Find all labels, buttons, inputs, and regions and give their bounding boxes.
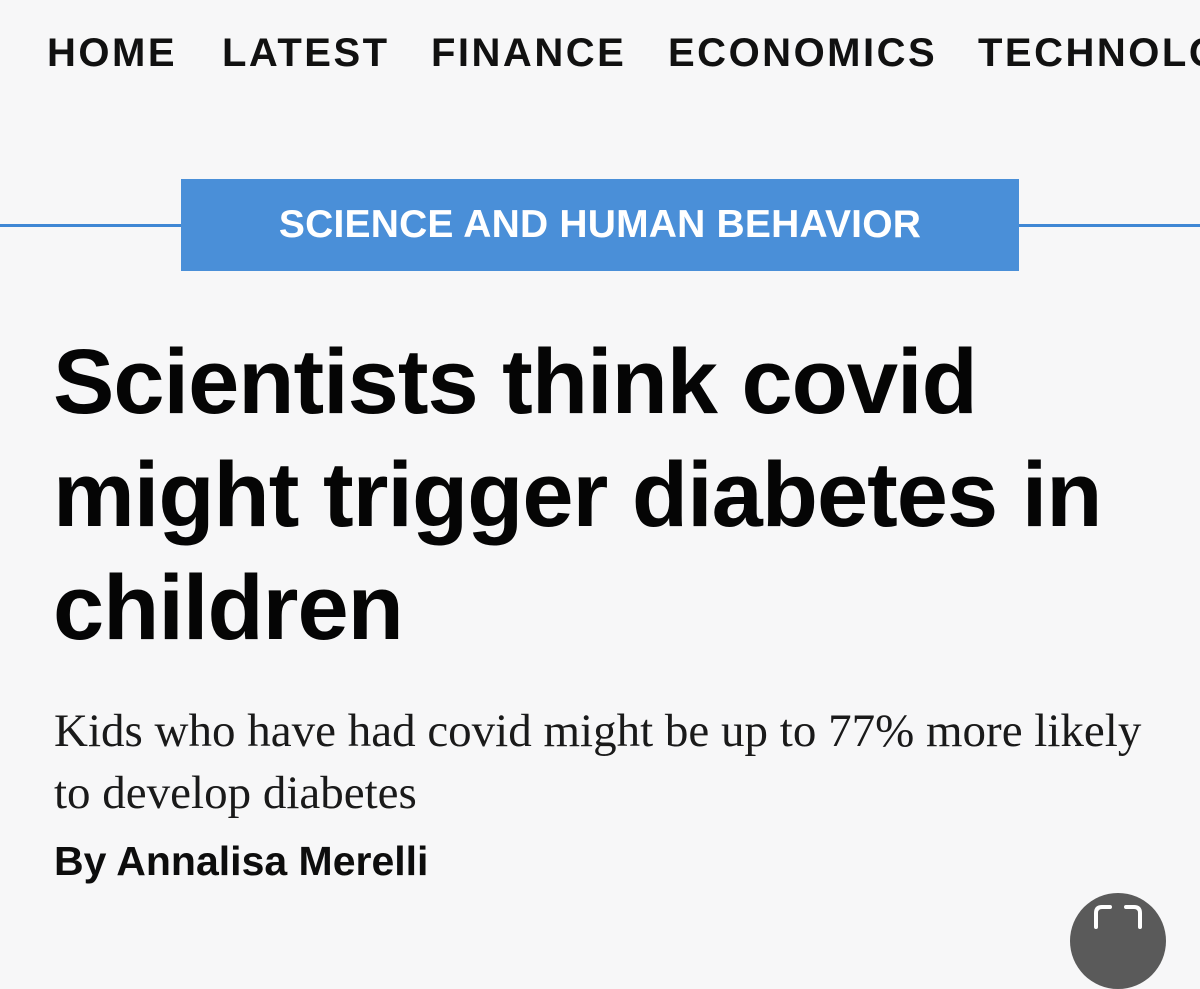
- nav-item-finance[interactable]: FINANCE: [431, 30, 626, 76]
- article-byline[interactable]: By Annalisa Merelli: [54, 836, 428, 886]
- expand-button[interactable]: [1070, 893, 1166, 989]
- nav-item-latest[interactable]: LATEST: [222, 30, 390, 76]
- top-nav: HOME LATEST FINANCE ECONOMICS TECHNOLOGY: [0, 0, 1200, 110]
- nav-item-economics[interactable]: ECONOMICS: [668, 30, 937, 76]
- expand-icon: [1094, 905, 1142, 929]
- article-subheadline: Kids who have had covid might be up to 7…: [54, 705, 1142, 819]
- section-label: SCIENCE AND HUMAN BEHAVIOR: [278, 203, 922, 246]
- nav-item-home[interactable]: HOME: [47, 30, 177, 76]
- nav-item-technology[interactable]: TECHNOLOGY: [978, 30, 1200, 76]
- section-label-badge[interactable]: SCIENCE AND HUMAN BEHAVIOR: [181, 179, 1019, 271]
- article-headline: Scientists think covid might trigger dia…: [53, 331, 1102, 659]
